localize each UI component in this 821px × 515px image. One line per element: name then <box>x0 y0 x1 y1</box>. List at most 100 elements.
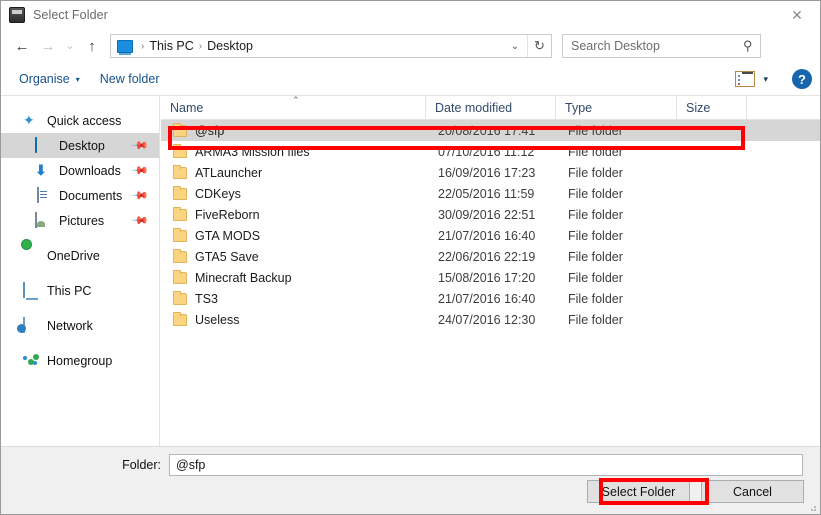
new-folder-button[interactable]: New folder <box>90 67 170 91</box>
file-name: ARMA3 Mission files <box>195 144 310 159</box>
table-row[interactable]: GTA MODS 21/07/2016 16:40 File folder <box>161 225 820 246</box>
file-type: File folder <box>568 186 623 201</box>
cancel-button[interactable]: Cancel <box>701 480 804 503</box>
new-folder-label: New folder <box>99 72 160 86</box>
sidebar-item-documents[interactable]: Documents 📌 <box>1 183 159 208</box>
table-row[interactable]: ATLauncher 16/09/2016 17:23 File folder <box>161 162 820 183</box>
file-date: 22/05/2016 11:59 <box>438 186 535 201</box>
file-name: ATLauncher <box>195 165 263 180</box>
folder-icon <box>173 206 187 221</box>
sidebar-item-homegroup[interactable]: Homegroup <box>1 348 159 373</box>
dialog-footer: Folder: @sfp Select Folder Cancel <box>1 446 820 514</box>
help-icon: ? <box>798 71 806 87</box>
sidebar-item-quick-access[interactable]: ✦ Quick access <box>1 108 159 133</box>
pictures-icon <box>35 212 52 228</box>
column-header-type[interactable]: Type <box>556 95 677 120</box>
file-name: CDKeys <box>195 186 241 201</box>
folder-icon <box>173 185 187 200</box>
folder-icon <box>173 122 187 137</box>
file-type: File folder <box>568 228 623 243</box>
address-dropdown-button[interactable]: ⌄ <box>503 41 527 52</box>
close-button[interactable]: ✕ <box>774 1 820 29</box>
pin-icon[interactable]: 📌 <box>131 161 150 180</box>
sidebar-item-label: Network <box>47 318 93 333</box>
file-type: File folder <box>568 144 623 159</box>
breadcrumb-desktop[interactable]: Desktop <box>207 39 253 53</box>
column-label: Date modified <box>435 100 513 115</box>
documents-icon <box>35 187 52 203</box>
downloads-arrow-icon: ⬇ <box>35 162 47 178</box>
help-button[interactable]: ? <box>792 69 812 89</box>
file-date: 15/08/2016 17:20 <box>438 270 536 285</box>
sidebar-item-network[interactable]: Network <box>1 313 159 338</box>
sidebar-item-desktop[interactable]: Desktop 📌 <box>1 133 159 158</box>
sidebar-item-onedrive[interactable]: OneDrive <box>1 243 159 268</box>
onedrive-cloud-icon <box>23 248 40 263</box>
sidebar-item-label: Pictures <box>59 213 105 228</box>
sidebar-item-label: Downloads <box>59 163 121 178</box>
table-row[interactable]: Useless 24/07/2016 12:30 File folder <box>161 309 820 330</box>
column-label: Type <box>565 100 593 115</box>
resize-grip[interactable] <box>807 502 817 512</box>
refresh-button[interactable]: ↻ <box>527 35 551 57</box>
table-row[interactable]: ARMA3 Mission files 07/10/2016 11:12 Fil… <box>161 141 820 162</box>
sidebar-item-downloads[interactable]: ⬇ Downloads 📌 <box>1 158 159 183</box>
table-row[interactable]: FiveReborn 30/09/2016 22:51 File folder <box>161 204 820 225</box>
select-folder-button[interactable]: Select Folder <box>587 480 690 503</box>
column-header-date-modified[interactable]: Date modified <box>426 95 556 120</box>
back-button[interactable]: ← <box>9 33 35 59</box>
file-name: Useless <box>195 312 240 327</box>
pin-icon[interactable]: 📌 <box>131 211 150 230</box>
file-name: GTA MODS <box>195 228 261 243</box>
view-mode-icon[interactable] <box>735 71 756 87</box>
sidebar-item-label: Documents <box>59 188 123 203</box>
file-date: 22/06/2016 22:19 <box>438 249 536 264</box>
folder-input[interactable]: @sfp <box>169 454 803 476</box>
table-row[interactable]: Minecraft Backup 15/08/2016 17:20 File f… <box>161 267 820 288</box>
column-label: Name <box>170 100 204 115</box>
table-row[interactable]: GTA5 Save 22/06/2016 22:19 File folder <box>161 246 820 267</box>
file-date: 21/07/2016 16:40 <box>438 291 536 306</box>
file-date: 16/09/2016 17:23 <box>438 165 536 180</box>
address-bar[interactable]: › This PC › Desktop ⌄ ↻ <box>110 34 552 58</box>
recent-locations-button[interactable]: ⌄ <box>61 33 79 59</box>
breadcrumb-separator-2: › <box>198 40 203 52</box>
forward-button[interactable]: → <box>35 33 61 59</box>
pin-icon[interactable]: 📌 <box>131 136 150 155</box>
organise-button[interactable]: Organise ▾ <box>9 67 90 91</box>
forward-arrow-icon: → <box>40 37 56 55</box>
address-bar-controls: ⌄ ↻ <box>503 35 551 57</box>
column-header-size[interactable]: Size <box>677 95 747 120</box>
view-options-chevron-down-icon[interactable]: ▾ <box>757 74 776 85</box>
breadcrumb-this-pc[interactable]: This PC <box>149 39 193 53</box>
file-name: FiveReborn <box>195 207 260 222</box>
file-type: File folder <box>568 291 623 306</box>
back-arrow-icon: ← <box>14 37 30 55</box>
command-bar: Organise ▾ New folder ▾ ? <box>1 63 820 96</box>
sidebar-item-label: Quick access <box>47 113 122 128</box>
sort-ascending-icon: ⌃ <box>292 94 300 105</box>
file-date: 07/10/2016 11:12 <box>438 144 535 159</box>
file-date: 21/07/2016 16:40 <box>438 228 536 243</box>
navigation-pane: ✦ Quick access Desktop 📌 ⬇ Downloads 📌 D… <box>1 96 160 446</box>
search-input[interactable]: Search Desktop <box>571 39 660 53</box>
sidebar-item-pictures[interactable]: Pictures 📌 <box>1 208 159 233</box>
folder-icon <box>173 164 187 179</box>
search-icon: ⚲ <box>743 38 753 53</box>
search-box[interactable]: Search Desktop ⚲ <box>562 34 761 58</box>
quick-access-star-icon: ✦ <box>23 112 35 128</box>
column-header-name[interactable]: Name ⌃ <box>161 94 426 120</box>
sidebar-item-this-pc[interactable]: This PC <box>1 278 159 303</box>
file-type: File folder <box>568 123 623 138</box>
file-type: File folder <box>568 270 623 285</box>
table-row[interactable]: @sfp 20/08/2016 17:41 File folder <box>161 120 820 141</box>
table-row[interactable]: TS3 21/07/2016 16:40 File folder <box>161 288 820 309</box>
pin-icon[interactable]: 📌 <box>131 186 150 205</box>
file-type: File folder <box>568 249 623 264</box>
sidebar-item-label: Homegroup <box>47 353 113 368</box>
title-bar: Select Folder ✕ <box>1 1 820 29</box>
up-button[interactable]: ↑ <box>79 33 105 59</box>
command-bar-right: ▾ ? <box>735 69 812 89</box>
table-row[interactable]: CDKeys 22/05/2016 11:59 File folder <box>161 183 820 204</box>
